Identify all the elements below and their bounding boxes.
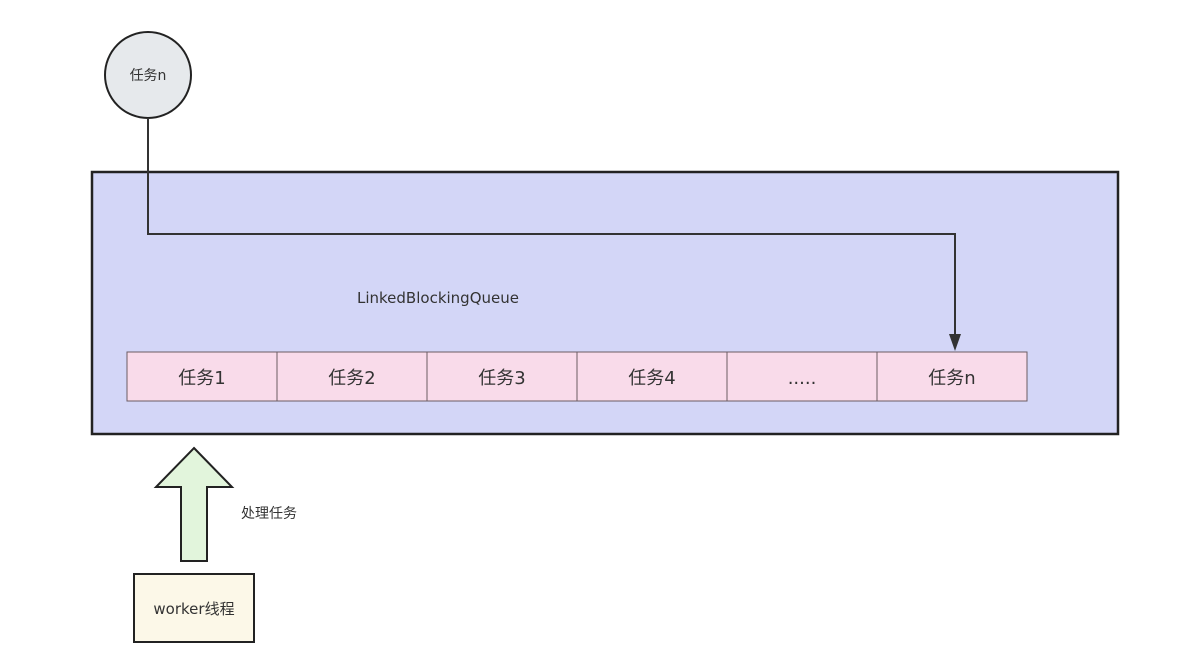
process-arrow — [153, 446, 235, 562]
queue-cell-label: 任务4 — [628, 368, 675, 389]
queue-cells: 任务1 任务2 任务3 任务4..... 任务n — [126, 351, 1028, 402]
queue-cell-label: ..... — [788, 368, 817, 389]
process-label: 处理任务 — [241, 506, 297, 522]
queue-label: LinkedBlockingQueue — [357, 289, 519, 307]
queue-cell-label: 任务1 — [178, 368, 225, 389]
queue-cell-label: 任务2 — [328, 368, 375, 389]
queue-cell-label: 任务n — [928, 368, 975, 389]
worker-thread-label: worker线程 — [153, 600, 234, 618]
queue-diagram: LinkedBlockingQueue 任务1 任务2 任务3 任务4..... 任务n… — [90, 31, 1120, 643]
incoming-task-label: 任务n — [130, 68, 167, 84]
queue-cell-label: 任务3 — [478, 368, 525, 389]
